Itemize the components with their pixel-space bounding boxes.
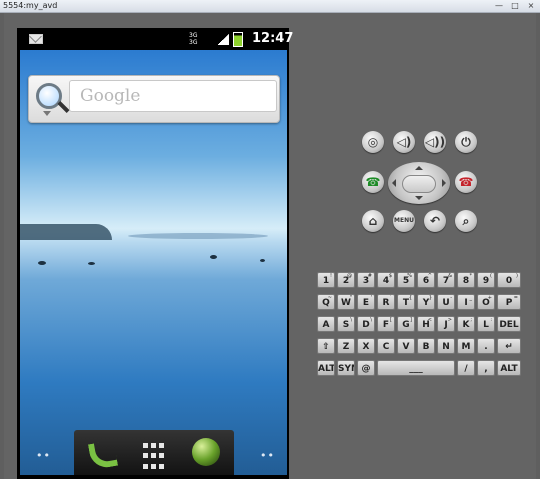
key-q[interactable]: ~ Q <box>317 294 335 310</box>
dpad-center-button[interactable] <box>402 175 436 193</box>
back-button[interactable]: ↶ <box>424 210 446 232</box>
battery-icon <box>233 32 243 47</box>
search-input[interactable]: Google <box>69 80 277 112</box>
rock <box>88 262 95 265</box>
dpad-up-icon[interactable] <box>415 166 423 170</box>
key-alt-right[interactable]: ALT <box>497 360 521 376</box>
chevron-down-icon <box>43 111 51 116</box>
key-y[interactable]: } Y <box>417 294 435 310</box>
key-1[interactable]: ! 1 <box>317 272 335 288</box>
key-shift[interactable]: ⇧ <box>317 338 335 354</box>
app-drawer-icon[interactable] <box>138 438 176 476</box>
volume-up-button[interactable]: ◁)) <box>424 131 446 153</box>
key-space[interactable]: ___ <box>377 360 455 376</box>
key-g[interactable]: ] G <box>397 316 415 332</box>
key-l[interactable]: :L <box>477 316 495 332</box>
key-s[interactable]: \ S <box>337 316 355 332</box>
key-d[interactable]: \ D <box>357 316 375 332</box>
key-p[interactable]: = P <box>497 294 521 310</box>
key-t[interactable]: {T <box>397 294 415 310</box>
dpad[interactable] <box>388 162 450 204</box>
key-r[interactable]: ` R <box>377 294 395 310</box>
key-7[interactable]: & 7 <box>437 272 455 288</box>
key-slash[interactable]: / <box>457 360 475 376</box>
key-2[interactable]: @2 <box>337 272 355 288</box>
key-enter[interactable]: ↵ <box>497 338 521 354</box>
key-a[interactable]: A <box>317 316 335 332</box>
signal-icon <box>217 34 229 45</box>
key-i[interactable]: _ I <box>457 294 475 310</box>
dpad-left-icon[interactable] <box>392 179 396 187</box>
search-placeholder: Google <box>80 86 141 106</box>
key-z[interactable]: Z <box>337 338 355 354</box>
search-icon[interactable] <box>36 83 62 109</box>
dpad-down-icon[interactable] <box>415 196 423 200</box>
key-u[interactable]: -U <box>437 294 455 310</box>
key-c[interactable]: C <box>377 338 395 354</box>
key-e[interactable]: ' E <box>357 294 375 310</box>
search-button[interactable]: ⌕ <box>455 210 477 232</box>
key-5[interactable]: % 5 <box>397 272 415 288</box>
key-m[interactable]: M <box>457 338 475 354</box>
mail-icon <box>29 34 43 44</box>
key-f[interactable]: [F <box>377 316 395 332</box>
key-j[interactable]: > J <box>437 316 455 332</box>
key-9[interactable]: (9 <box>477 272 495 288</box>
rock <box>210 255 217 259</box>
google-search-widget[interactable]: Google <box>28 75 280 123</box>
camera-button[interactable]: ◎ <box>362 131 384 153</box>
key-0[interactable]: ) 0 <box>497 272 521 288</box>
network-type: 3G 3G <box>189 32 198 46</box>
landmass <box>20 224 112 240</box>
key-sym[interactable]: SYM <box>337 360 355 376</box>
key-at[interactable]: @ <box>357 360 375 376</box>
key-period[interactable]: . <box>477 338 495 354</box>
dpad-right-icon[interactable] <box>442 179 446 187</box>
key-v[interactable]: V <box>397 338 415 354</box>
end-call-button[interactable]: ☎ <box>455 171 477 193</box>
key-o[interactable]: + O <box>477 294 495 310</box>
key-8[interactable]: * 8 <box>457 272 475 288</box>
call-button[interactable]: ☎ <box>362 171 384 193</box>
key-6[interactable]: ^ 6 <box>417 272 435 288</box>
key-n[interactable]: N <box>437 338 455 354</box>
key-4[interactable]: $4 <box>377 272 395 288</box>
key-b[interactable]: B <box>417 338 435 354</box>
key-comma[interactable]: , <box>477 360 495 376</box>
key-w[interactable]: " W <box>337 294 355 310</box>
page-indicator-right[interactable]: •• <box>260 449 275 462</box>
window-title: 5554:my_avd <box>3 1 58 10</box>
power-button[interactable]: ⏻ <box>455 131 477 153</box>
status-bar: 3G 3G 12:47 <box>17 28 293 50</box>
key-alt-left[interactable]: ALT <box>317 360 335 376</box>
key-x[interactable]: X <box>357 338 375 354</box>
key-k[interactable]: ; K <box>457 316 475 332</box>
volume-down-button[interactable]: ◁) <box>393 131 415 153</box>
rock <box>38 261 46 265</box>
phone-icon[interactable] <box>86 438 114 466</box>
launcher-dock <box>74 430 234 475</box>
page-indicator-left[interactable]: •• <box>36 449 51 462</box>
key-h[interactable]: < H <box>417 316 435 332</box>
distant-islands <box>128 233 268 239</box>
key-del[interactable]: DEL <box>497 316 521 332</box>
emulator-controls-panel <box>306 0 540 479</box>
key-3[interactable]: #3 <box>357 272 375 288</box>
menu-button[interactable]: MENU <box>393 210 415 232</box>
rock <box>260 259 265 262</box>
clock: 12:47 <box>252 31 294 46</box>
browser-icon[interactable] <box>192 438 220 466</box>
home-button[interactable]: ⌂ <box>362 210 384 232</box>
